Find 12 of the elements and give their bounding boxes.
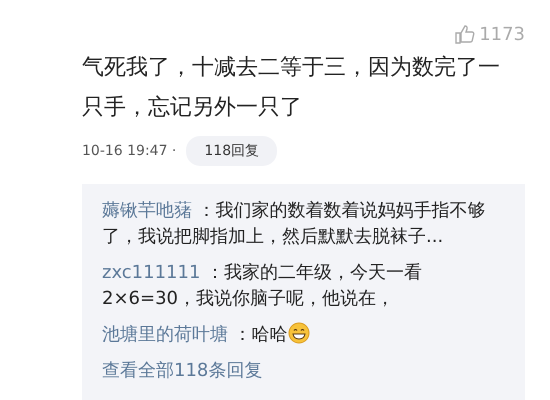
reply-comment: 薅锹芉吔蕏 ：我们家的数着数着说妈妈手指不够了，我说把脚指加上，然后默默去脱袜子... bbox=[102, 199, 487, 249]
view-all-replies-link[interactable]: 查看全部118条回复 bbox=[102, 358, 487, 384]
reply-author[interactable]: 池塘里的荷叶塘 bbox=[102, 324, 228, 345]
reply-comment: 池塘里的荷叶塘 ：哈哈 bbox=[102, 322, 487, 348]
comment-text: 气死我了，十减去二等于三，因为数完了一只手，忘记另外一只了 bbox=[82, 54, 501, 122]
comment-time: 10-16 19:47 · bbox=[82, 143, 176, 159]
reply-comment: zxc111111 ：我家的二年级，今天一看2×6=30，我说你脑子呢，他说在， bbox=[102, 261, 424, 311]
like-count: 1173 bbox=[479, 24, 525, 44]
reply-count-button[interactable]: 118回复 bbox=[186, 136, 278, 166]
thumbs-up-icon[interactable] bbox=[454, 23, 476, 45]
reply-author[interactable]: 薅锹芉吔蕏 bbox=[102, 200, 192, 221]
reply-author[interactable]: zxc111111 bbox=[102, 262, 200, 283]
